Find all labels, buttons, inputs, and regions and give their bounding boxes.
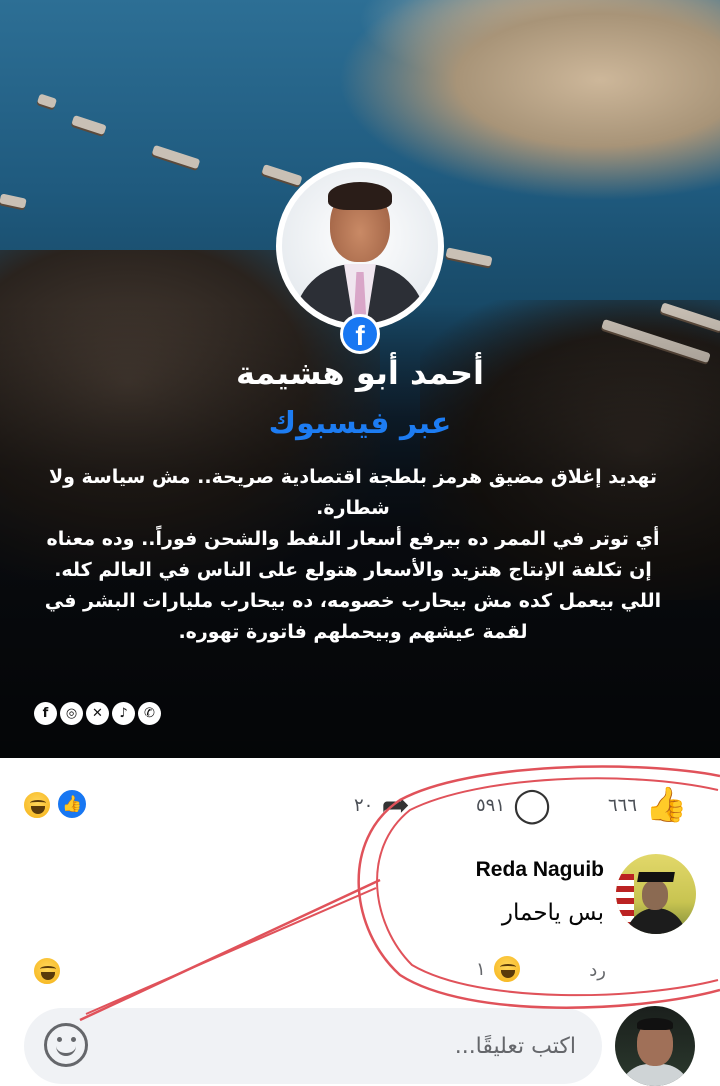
post-via-label: عبر فيسبوك <box>268 406 452 441</box>
emoji-mouth <box>500 970 515 978</box>
comment-text: بس ياحمار <box>501 900 604 926</box>
avatar-face <box>642 880 668 910</box>
thumbs-up-icon: 👍 <box>645 785 688 825</box>
avatar-hair <box>328 182 392 210</box>
avatar-gown <box>626 908 686 934</box>
tiktok-icon: ♪ <box>112 702 135 725</box>
haha-reaction-icon <box>491 954 522 984</box>
comment-input[interactable] <box>174 1008 578 1086</box>
post-text-line: اللي بيعمل كده مش بيحارب خصومه، ده بيحار… <box>44 590 662 643</box>
post-image[interactable]: f أحمد أبو هشيمة عبر فيسبوك تهديد إغلاق … <box>0 0 720 758</box>
smile-mouth <box>56 1046 76 1056</box>
instagram-icon: ◎ <box>60 702 83 725</box>
comment-composer[interactable] <box>24 1008 602 1086</box>
avatar-body <box>619 1064 691 1086</box>
share-icon: ➦ <box>381 785 410 825</box>
like-button[interactable]: ٦٦٦ 👍 <box>608 788 687 822</box>
comments-count: ٥٩١ <box>476 794 506 816</box>
facebook-icon: f <box>340 314 380 354</box>
post-text-line: أي توتر في الممر ده بيرفع أسعار النفط وا… <box>46 528 660 581</box>
react-haha-button-icon[interactable] <box>32 956 62 986</box>
likes-count: ٦٦٦ <box>608 794 638 816</box>
post-text-line: تهديد إغلاق مضيق هرمز بلطجة اقتصادية صري… <box>48 466 658 519</box>
post-text: تهديد إغلاق مضيق هرمز بلطجة اقتصادية صري… <box>40 462 666 648</box>
emoji-picker-icon[interactable] <box>44 1023 88 1067</box>
comment-reaction-count: ١ <box>476 958 486 980</box>
shares-count: ٢٠ <box>354 794 374 816</box>
commenter-avatar[interactable] <box>616 854 696 934</box>
smile-eyes <box>57 1037 62 1042</box>
comment-icon: ◯ <box>513 785 552 825</box>
comment-author[interactable]: Reda Naguib <box>476 858 604 882</box>
share-button[interactable]: ٢٠ ➦ <box>354 788 410 822</box>
emoji-mouth <box>31 806 45 814</box>
reaction-summary[interactable]: 👍 <box>22 788 92 822</box>
whatsapp-icon: ✆ <box>138 702 161 725</box>
reaction-bar: 👍 ٢٠ ➦ ٥٩١ ◯ ٦٦٦ 👍 <box>0 758 720 850</box>
author-avatar <box>276 162 444 330</box>
post-author-name: أحمد أبو هشيمة <box>236 354 484 392</box>
haha-reaction-icon <box>22 790 52 820</box>
avatar-cap <box>637 872 675 882</box>
facebook-icon: f <box>34 702 57 725</box>
avatar-hair <box>637 1018 673 1030</box>
reply-link[interactable]: رد <box>589 960 606 981</box>
current-user-avatar <box>615 1006 695 1086</box>
comment-reactions[interactable]: ١ <box>476 954 522 984</box>
comment-button[interactable]: ٥٩١ ◯ <box>476 788 551 822</box>
emoji-mouth <box>41 972 55 980</box>
social-icons-row: f ◎ ✕ ♪ ✆ <box>34 702 161 725</box>
author-photo <box>282 168 438 324</box>
like-reaction-icon: 👍 <box>56 788 88 820</box>
x-icon: ✕ <box>86 702 109 725</box>
comment: Reda Naguib بس ياحمار رد ١ <box>0 850 720 1000</box>
